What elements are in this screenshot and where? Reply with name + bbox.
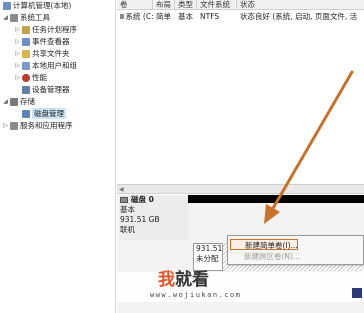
menu-item-new-spanned-volume[interactable]: 新建跨区卷(N)...	[228, 251, 364, 262]
folder-icon	[22, 49, 30, 58]
disk-kind: 基本	[120, 205, 135, 214]
volume-list-header: 卷 布局 类型 文件系统 状态	[117, 0, 364, 10]
device-manager-icon	[22, 85, 30, 94]
tree-item-task-scheduler[interactable]: ▷ 任务计划程序	[14, 24, 77, 35]
watermark-logo: 我就看	[158, 270, 209, 290]
volume-row[interactable]: 系统 (C:) 简单 基本 NTFS 状态良好 (系统, 启动, 页面文件, 活	[117, 11, 364, 22]
storage-icon	[10, 97, 18, 106]
volume-type-cell: 基本	[178, 12, 193, 21]
tree-item-event-viewer[interactable]: ▷ 事件查看器	[14, 36, 69, 47]
users-icon	[22, 61, 30, 70]
collapsed-arrow-icon[interactable]: ▷	[14, 62, 21, 69]
collapsed-arrow-icon[interactable]: ▷	[14, 26, 21, 33]
column-header-type[interactable]: 类型	[175, 0, 197, 10]
partition-state: 未分配	[196, 254, 219, 263]
volume-filesystem-cell: NTFS	[200, 12, 220, 21]
performance-icon	[22, 73, 30, 82]
computer-icon	[3, 1, 11, 10]
disk-title: 磁盘 0	[131, 195, 154, 204]
scroll-left-icon[interactable]: ◀	[119, 186, 124, 193]
context-menu: 新建简单卷(I)... 新建跨区卷(N)...	[227, 235, 364, 265]
tree-item-storage[interactable]: ◢ 存储	[2, 96, 35, 107]
unallocated-header-bar	[188, 195, 364, 203]
collapsed-arrow-icon[interactable]: ▷	[2, 122, 9, 129]
tree-item-disk-management[interactable]: 磁盘管理	[21, 108, 66, 119]
watermark-url: www.wojiukan.com	[150, 291, 242, 299]
corner-mark	[352, 288, 362, 298]
tree-item-performance[interactable]: ▷ 性能	[14, 72, 47, 83]
tree-item-services-applications[interactable]: ▷ 服务和应用程序	[2, 120, 72, 131]
menu-item-new-simple-volume[interactable]: 新建简单卷(I)...	[230, 239, 298, 250]
tree-item-device-manager[interactable]: 设备管理器	[21, 84, 70, 95]
tree-item-shared-folders[interactable]: ▷ 共享文件夹	[14, 48, 69, 59]
tree-item-system-tools[interactable]: ◢ 系统工具	[2, 12, 50, 23]
expanded-arrow-icon[interactable]: ◢	[2, 14, 9, 21]
tools-icon	[10, 13, 18, 22]
tree-item-local-users-groups[interactable]: ▷ 本地用户和组	[14, 60, 77, 71]
services-icon	[10, 121, 18, 130]
tree-item-computer-management[interactable]: 计算机管理(本地)	[2, 0, 71, 11]
event-log-icon	[22, 37, 30, 46]
column-header-volume[interactable]: 卷	[117, 0, 153, 10]
volume-status-cell: 状态良好 (系统, 启动, 页面文件, 活	[240, 12, 358, 21]
horizontal-scrollbar[interactable]: ◀	[117, 184, 364, 194]
disk-management-panel: 卷 布局 类型 文件系统 状态 系统 (C:) 简单 基本 NTFS 状态良好 …	[117, 0, 364, 313]
disk-size: 931.51 GB	[120, 215, 160, 224]
disk-state: 联机	[120, 225, 135, 234]
volume-icon	[120, 14, 124, 19]
column-header-layout[interactable]: 布局	[153, 0, 175, 10]
collapsed-arrow-icon[interactable]: ▷	[14, 50, 21, 57]
clock-icon	[22, 25, 30, 34]
volume-layout-cell: 简单	[156, 12, 171, 21]
collapsed-arrow-icon[interactable]: ▷	[14, 74, 21, 81]
volume-name-cell: 系统 (C:)	[117, 11, 153, 22]
partition-size: 931.51	[196, 244, 223, 253]
unallocated-partition[interactable]: 931.51 未分配	[193, 243, 223, 271]
collapsed-arrow-icon[interactable]: ▷	[14, 38, 21, 45]
column-header-status[interactable]: 状态	[237, 0, 364, 10]
disk-management-icon	[22, 109, 30, 118]
hard-disk-icon	[120, 197, 128, 203]
column-header-filesystem[interactable]: 文件系统	[197, 0, 237, 10]
navigation-tree: 计算机管理(本地) ◢ 系统工具 ▷ 任务计划程序 ▷ 事件查看器 ▷ 共享文件…	[0, 0, 116, 313]
expanded-arrow-icon[interactable]: ◢	[2, 98, 9, 105]
disk-0-info[interactable]: 磁盘 0 基本 931.51 GB 联机	[120, 195, 188, 240]
